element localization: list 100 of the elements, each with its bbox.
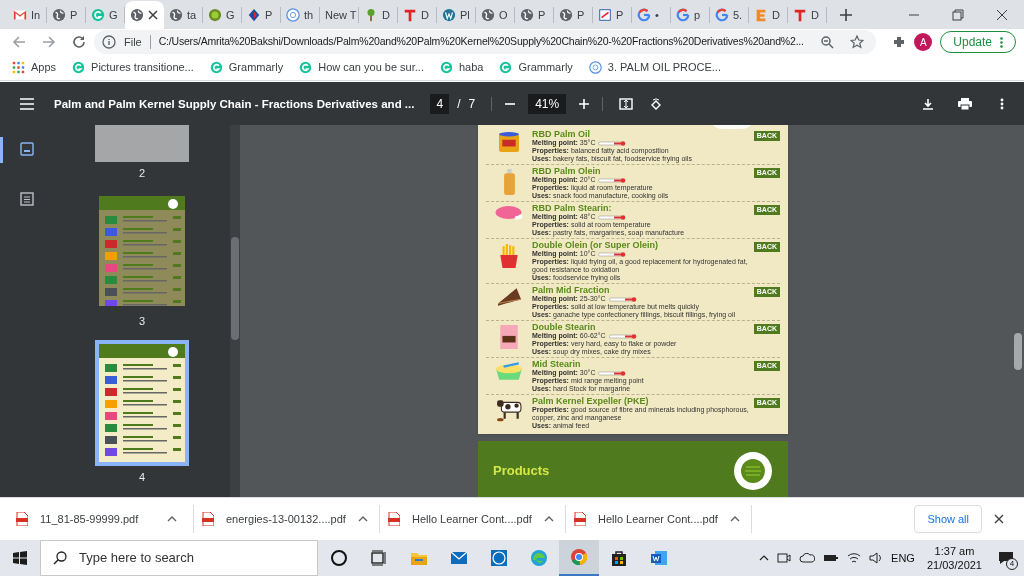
info-icon[interactable] [102,35,116,49]
address-bar[interactable]: File C:/Users/Amrita%20Bakshi/Downloads/Palm%20and%20Palm%20Kernel%20Supply%20Chain%20-%20Fractions%20Derivatives%20and%2... [94,30,877,54]
tab-title: 5. [733,7,743,23]
new-tab-icon[interactable] [839,8,853,22]
food-box-drawing [500,325,518,349]
caret-icon[interactable] [759,555,770,561]
g-circle-icon [299,61,313,74]
thumbnails-icon[interactable] [20,142,34,156]
oil-bottle-drawing [503,169,515,195]
restore-icon[interactable] [952,8,964,21]
diamond-icon [247,8,261,22]
browser-tab[interactable]: D [398,7,437,23]
puzzle-icon[interactable] [892,35,907,49]
zoom-field[interactable]: 41% [528,93,567,114]
zoom-in-icon[interactable] [578,97,591,110]
browser-tab[interactable]: G [86,7,125,23]
browser-tab[interactable]: ta [164,7,203,23]
download-item[interactable]: Hello Learner Cont....pdf [566,505,752,533]
caret-icon[interactable] [357,516,368,522]
windows-start-icon[interactable] [13,551,27,565]
thermometer-icon [598,140,627,146]
tab-title: G [226,7,235,23]
bookmark-item[interactable]: haba [439,59,484,76]
caret-icon[interactable] [167,516,177,522]
page-label: 2 [138,167,146,180]
show-all-button[interactable]: Show all [914,504,982,534]
language-indicator[interactable]: ENG [891,549,915,567]
fruit-icon [208,8,222,22]
menu-icon[interactable] [20,97,34,110]
tab-title: G [109,7,118,23]
clock-time[interactable]: 1:37 am [934,544,975,558]
wreath-globe-icon [286,8,300,22]
margarine-tub-drawing [496,362,522,380]
scrollbar-thumb[interactable] [231,237,239,340]
close-icon[interactable] [996,8,1008,21]
reload-icon[interactable] [72,35,86,49]
caret-icon[interactable] [543,516,554,522]
bookmark-item[interactable]: 3. PALM OIL PROCE... [588,59,721,76]
circle-icon [329,548,349,568]
star-icon[interactable] [850,35,865,49]
speaker-icon[interactable] [869,552,884,564]
product-name: Double Stearin [532,322,597,332]
document-icon [598,8,612,22]
print-icon[interactable] [958,97,972,110]
bookmark-item[interactable]: Apps [12,59,57,76]
page-number-field[interactable]: 4 [430,93,450,114]
browser-tab[interactable]: th [281,7,320,23]
bookmark-item[interactable]: How can you be sur... [299,59,424,76]
browser-tab[interactable]: P [515,7,554,23]
product-name: RBD Palm Stearin: [532,203,613,213]
browser-tab[interactable]: P [47,7,86,23]
profile-avatar[interactable]: A [914,33,933,51]
bookmark-item[interactable]: Grammarly [209,59,284,76]
browser-tab[interactable]: p [671,7,710,23]
browser-tab[interactable]: New T [320,7,359,23]
cloud-icon[interactable] [799,553,816,563]
forward-arrow-icon[interactable] [42,35,56,49]
bookmark-item[interactable]: Grammarly [499,59,573,76]
download-item[interactable]: energies-13-00132....pdf [194,505,380,533]
browser-tab[interactable]: 5. [710,7,749,23]
zoom-out-icon[interactable] [820,35,835,49]
page-label: 4 [138,471,146,484]
browser-tab[interactable]: • [632,7,671,23]
close-icon[interactable] [148,10,158,20]
browser-tab[interactable]: In [8,7,47,23]
outline-icon[interactable] [20,192,34,206]
clock-date[interactable]: 21/03/2021 [926,558,982,572]
w-circle-icon [442,8,456,22]
more-icon[interactable] [1000,97,1004,110]
close-icon[interactable] [994,514,1004,524]
browser-tab[interactable]: P [593,7,632,23]
caret-icon[interactable] [729,516,740,522]
browser-tab[interactable]: D [788,7,827,23]
browser-tab[interactable]: Pl [437,7,476,23]
download-item[interactable]: Hello Learner Cont....pdf [380,505,566,533]
file-name: 11_81-85-99999.pdf [40,511,139,527]
download-icon[interactable] [922,97,934,110]
wifi-icon[interactable] [847,552,862,564]
browser-tab[interactable]: P [242,7,281,23]
browser-tab[interactable]: D [359,7,398,23]
fit-page-icon[interactable] [619,96,634,111]
download-item[interactable]: 11_81-85-99999.pdf [8,505,194,533]
back-arrow-icon[interactable] [12,35,26,49]
browser-tab[interactable] [125,1,164,29]
g-letter-icon [637,8,651,22]
camera-icon[interactable] [777,552,792,564]
browser-tab[interactable]: O [476,7,515,23]
thermometer-icon [608,333,637,339]
taskbar-search-field[interactable]: Type here to search [40,540,318,576]
page-thumbnail[interactable] [95,125,189,162]
page-label: 3 [138,315,146,328]
bookmark-item[interactable]: Pictures transitione... [72,59,194,76]
browser-tab[interactable]: D [749,7,788,23]
battery-icon[interactable] [823,553,840,563]
browser-tab[interactable]: G [203,7,242,23]
search-icon [53,551,67,565]
chrome-logo-icon [569,547,589,567]
scrollbar-thumb[interactable] [1014,333,1022,370]
pdf-file-icon [388,512,400,526]
browser-tab[interactable]: P [554,7,593,23]
